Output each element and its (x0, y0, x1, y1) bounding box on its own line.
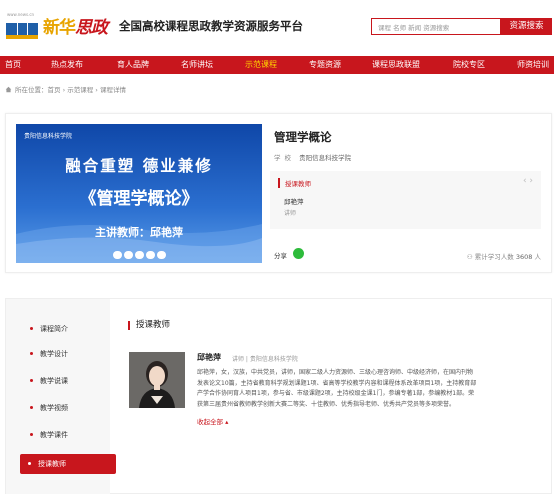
school-label: 学校 (274, 154, 295, 162)
sidebar-item-design[interactable]: 教学设计 (16, 344, 116, 364)
learners-label: 累计学习人数 (474, 253, 514, 261)
logo-brand-b: 思政 (75, 18, 108, 38)
nav-item-courses[interactable]: 示范课程 (245, 56, 277, 74)
collapse-all-link[interactable]: 收起全部 ▴ (197, 416, 228, 426)
search-input[interactable]: 课程 名师 新闻 资源搜索 (371, 18, 501, 35)
cover-logo: 贵阳信息科技学院 (24, 133, 73, 140)
sidebar-item-label: 教学视频 (40, 404, 68, 412)
bullet-icon (30, 327, 33, 330)
nav-item-teachers[interactable]: 名师讲坛 (181, 56, 213, 74)
sidebar-item-label: 教学说课 (40, 377, 68, 385)
sidebar-item-label: 教学课件 (40, 431, 68, 439)
nav-item-brand[interactable]: 育人品牌 (117, 56, 149, 74)
header: www.news.cn 新华思政 全国高校课程思政教学资源服务平台 课程 名师 … (0, 0, 554, 56)
teacher-panel-title: 授课教师 (278, 178, 311, 188)
teacher-meta: 讲师 | 贵阳信息科技学院 (232, 356, 298, 363)
nav-item-training[interactable]: 师资培训 (517, 56, 549, 74)
learners-number: 3608 (515, 253, 533, 261)
course-detail-section: 课程简介 教学设计 教学说课 教学视频 教学课件 授课教师 授课教师 邱艳萍 讲… (5, 298, 552, 494)
learners-count: ⚇ 累计学习人数 3608 人 (467, 251, 541, 261)
site-logo[interactable]: www.news.cn 新华思政 (5, 10, 112, 44)
people-icon: ⚇ (466, 253, 473, 261)
sidebar-item-video[interactable]: 教学视频 (16, 398, 116, 418)
teacher-panel-role: 讲师 (284, 210, 297, 217)
learners-unit: 人 (534, 253, 542, 261)
sidebar-item-slides[interactable]: 教学课件 (16, 425, 116, 445)
sidebar-item-label: 教学设计 (40, 350, 68, 358)
nav-item-home[interactable]: 首页 (5, 56, 21, 74)
sidebar-item-label: 授课教师 (38, 460, 66, 468)
course-cover[interactable]: 贵阳信息科技学院 融合重塑 德业兼修 《管理学概论》 主讲教师：邱艳萍 (16, 124, 262, 263)
main-nav: 首页 热点发布 育人品牌 名师讲坛 示范课程 专题资源 课程思政联盟 院校专区 … (0, 56, 554, 74)
bio-line: 产学合作协同育人项目1项，参与省、市级课题2项，主持校级金课1门，参编专著1部，… (197, 390, 475, 398)
nav-item-schools[interactable]: 院校专区 (453, 56, 485, 74)
share-label: 分享 (274, 252, 287, 260)
detail-sidebar: 课程简介 教学设计 教学说课 教学视频 教学课件 授课教师 (6, 299, 116, 494)
bio-line: 获第三届贵州省教师教学创新大赛二等奖、十佳教师、优秀指导老师、优秀共产党员等多项… (197, 400, 456, 408)
pause-icon[interactable] (124, 251, 133, 259)
teacher-name: 邱艳萍 (197, 353, 221, 362)
teacher-bio: 邱艳萍，女，汉族，中共党员，讲师，国家二级人力资源师、三级心理咨询师、中级经济师… (197, 368, 542, 410)
teacher-avatar (129, 352, 185, 408)
home-icon (5, 86, 12, 93)
nav-item-resources[interactable]: 专题资源 (309, 56, 341, 74)
teacher-panel-name[interactable]: 邱艳萍 (284, 196, 304, 206)
bullet-icon (30, 379, 33, 382)
site-title: 全国高校课程思政教学资源服务平台 (119, 19, 303, 33)
cover-course-title: 《管理学概论》 (79, 189, 199, 209)
breadcrumb-text[interactable]: 所在位置：首页 › 示范课程 › 课程详情 (15, 86, 126, 94)
search-button[interactable]: 资源搜索 (501, 18, 552, 35)
play-icon[interactable] (113, 251, 122, 259)
sidebar-item-intro[interactable]: 课程简介 (16, 319, 116, 339)
sidebar-item-lecture[interactable]: 教学说课 (16, 371, 116, 391)
bullet-icon (30, 406, 33, 409)
nav-item-alliance[interactable]: 课程思政联盟 (372, 56, 420, 74)
nav-item-hot[interactable]: 热点发布 (51, 56, 83, 74)
bullet-icon (28, 462, 31, 465)
teacher-panel: 授课教师 ‹ › 邱艳萍 讲师 (270, 171, 541, 229)
sidebar-item-label: 课程简介 (40, 325, 68, 333)
school-name[interactable]: 贵阳信息科技学院 (299, 154, 351, 162)
course-card: 贵阳信息科技学院 融合重塑 德业兼修 《管理学概论》 主讲教师：邱艳萍 管理学概… (5, 113, 552, 273)
teacher-photo (129, 352, 185, 408)
wechat-share-icon[interactable] (293, 248, 304, 259)
bullet-icon (30, 433, 33, 436)
logo-brand: 新华思政 (43, 13, 108, 38)
sidebar-item-teacher[interactable]: 授课教师 (20, 454, 116, 474)
bio-line: 邱艳萍，女，汉族，中共党员，讲师，国家二级人力资源师、三级心理咨询师、中级经济师… (197, 369, 474, 376)
course-school: 学校 贵阳信息科技学院 (274, 152, 351, 162)
course-title: 管理学概论 (274, 130, 332, 144)
settings-icon[interactable] (157, 251, 166, 259)
cover-headline: 融合重塑 德业兼修 (65, 157, 213, 175)
logo-small-text: www.news.cn (7, 12, 35, 17)
volume-icon[interactable] (135, 251, 144, 259)
cover-teacher: 主讲教师：邱艳萍 (95, 226, 183, 239)
bio-line: 发表论文10篇，主持省教育科学规划课题1项、省高等学校教学内容和课程体系改革项目… (197, 379, 477, 387)
teacher-panel-arrows[interactable]: ‹ › (523, 176, 533, 186)
section-title: 授课教师 (128, 321, 170, 330)
bullet-icon (30, 352, 33, 355)
news-logo-icon (5, 14, 39, 44)
breadcrumb: 所在位置：首页 › 示范课程 › 课程详情 (5, 84, 126, 94)
fullscreen-icon[interactable] (146, 251, 155, 259)
logo-brand-a: 新华 (43, 18, 76, 38)
